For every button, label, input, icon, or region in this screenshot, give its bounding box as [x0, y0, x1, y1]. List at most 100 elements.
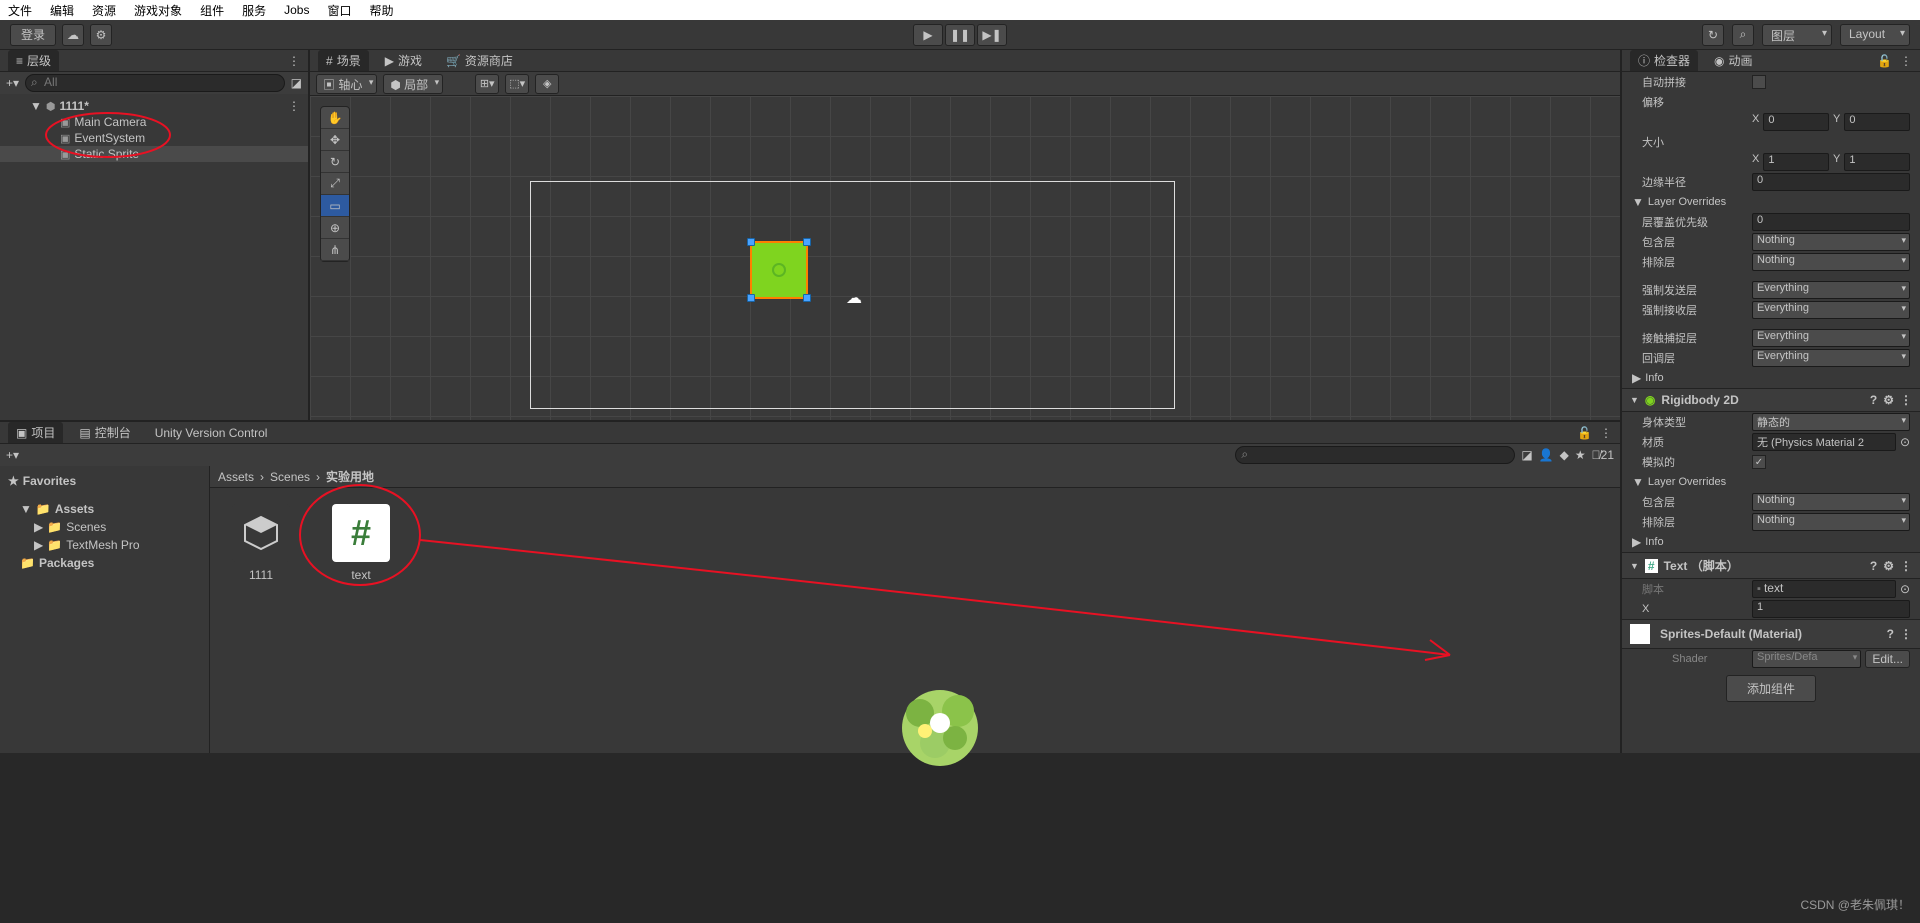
offset-x-input[interactable]: 0: [1763, 113, 1829, 131]
include-layer-select[interactable]: Nothing: [1752, 233, 1910, 251]
snap-increment-icon[interactable]: ⬚▾: [505, 74, 529, 94]
project-search[interactable]: [1235, 446, 1515, 464]
layer-priority-input[interactable]: 0: [1752, 213, 1910, 231]
hierarchy-item-static-sprite[interactable]: ▣Static Sprite: [0, 146, 308, 162]
filter-icon[interactable]: ◪: [291, 76, 302, 90]
settings-icon[interactable]: ⚙: [90, 24, 112, 46]
tab-animation[interactable]: ◉动画: [1706, 50, 1761, 71]
menu-icon[interactable]: ⋮: [1900, 393, 1912, 407]
force-send-select[interactable]: Everything: [1752, 281, 1910, 299]
inspector-menu-icon[interactable]: ⋮: [1900, 54, 1912, 68]
tab-uvc[interactable]: Unity Version Control: [147, 424, 276, 442]
hierarchy-item-eventsystem[interactable]: ▣EventSystem: [0, 130, 308, 146]
rb-layer-overrides[interactable]: Layer Overrides: [1644, 476, 1764, 488]
lock-icon[interactable]: 🔓: [1577, 426, 1592, 440]
create-dropdown[interactable]: +▾: [6, 76, 19, 90]
edge-radius-input[interactable]: 0: [1752, 173, 1910, 191]
add-component-button[interactable]: 添加组件: [1726, 675, 1816, 702]
text-script-header[interactable]: ▼#Text （脚本）?⚙⋮: [1622, 552, 1920, 579]
transform-tool[interactable]: ⊕: [321, 217, 349, 239]
panel-menu-icon[interactable]: ⋮: [288, 54, 300, 68]
step-button[interactable]: ▶❚: [977, 24, 1007, 46]
preset-icon[interactable]: ⚙: [1883, 393, 1894, 407]
play-button[interactable]: ▶: [913, 24, 943, 46]
custom-tool[interactable]: ⋔: [321, 239, 349, 261]
asset-script[interactable]: # text: [326, 504, 396, 582]
object-picker-icon[interactable]: ⊙: [1900, 435, 1910, 449]
handle-tr[interactable]: [803, 238, 811, 246]
menu-services[interactable]: 服务: [242, 2, 266, 19]
login-button[interactable]: 登录: [10, 24, 56, 46]
undo-history-icon[interactable]: ↻: [1702, 24, 1724, 46]
pivot-dropdown[interactable]: ▣ 轴心: [316, 74, 377, 94]
menu-icon[interactable]: ⋮: [1900, 559, 1912, 573]
tab-hierarchy[interactable]: ≡层级: [8, 50, 59, 71]
offset-y-input[interactable]: 0: [1844, 113, 1910, 131]
lock-icon[interactable]: 🔓: [1877, 54, 1892, 68]
sprites-default-header[interactable]: Sprites-Default (Material)?⋮: [1622, 619, 1920, 649]
contact-capture-select[interactable]: Everything: [1752, 329, 1910, 347]
tab-project[interactable]: ▣项目: [8, 422, 63, 443]
tab-asset-store[interactable]: 🛒资源商店: [438, 50, 521, 71]
rb-include-select[interactable]: Nothing: [1752, 493, 1910, 511]
handle-tl[interactable]: [747, 238, 755, 246]
hierarchy-search[interactable]: All: [25, 74, 285, 92]
preset-icon[interactable]: ⚙: [1883, 559, 1894, 573]
callback-select[interactable]: Everything: [1752, 349, 1910, 367]
shader-select[interactable]: Sprites/Defa: [1752, 650, 1861, 668]
tab-inspector[interactable]: ⓘ检查器: [1630, 50, 1698, 71]
snap-icon[interactable]: ◈: [535, 74, 559, 94]
menu-edit[interactable]: 编辑: [50, 2, 74, 19]
assets-grid[interactable]: 1111 # text: [210, 488, 1620, 753]
layer-overrides-label[interactable]: Layer Overrides: [1644, 196, 1764, 208]
selected-sprite[interactable]: [750, 241, 808, 299]
simulated-checkbox[interactable]: ✓: [1752, 455, 1766, 469]
layout-dropdown[interactable]: Layout: [1840, 24, 1910, 46]
pause-button[interactable]: ❚❚: [945, 24, 975, 46]
help-icon[interactable]: ?: [1870, 559, 1877, 573]
body-type-select[interactable]: 静态的: [1752, 413, 1910, 431]
menu-icon[interactable]: ⋮: [1900, 627, 1912, 641]
filter-icon[interactable]: ◪: [1521, 448, 1532, 462]
grid-snap-icon[interactable]: ⊞▾: [475, 74, 499, 94]
breadcrumb-scenes[interactable]: Scenes: [270, 470, 310, 484]
handle-bl[interactable]: [747, 294, 755, 302]
x-input[interactable]: 1: [1752, 600, 1910, 618]
size-x-input[interactable]: 1: [1763, 153, 1829, 171]
folder-assets[interactable]: ▼📁Assets: [0, 500, 209, 518]
favorites-section[interactable]: ★Favorites: [0, 472, 209, 490]
hierarchy-item-camera[interactable]: ▣Main Camera: [0, 114, 308, 130]
local-dropdown[interactable]: ⬢ 局部: [383, 74, 443, 94]
tab-scene[interactable]: #场景: [318, 50, 369, 71]
move-tool[interactable]: ✥: [321, 129, 349, 151]
menu-help[interactable]: 帮助: [369, 2, 393, 19]
help-icon[interactable]: ?: [1870, 393, 1877, 407]
project-menu-icon[interactable]: ⋮: [1600, 426, 1612, 440]
menu-gameobject[interactable]: 游戏对象: [134, 2, 182, 19]
material-field[interactable]: 无 (Physics Material 2: [1752, 433, 1896, 451]
auto-tile-checkbox[interactable]: [1752, 75, 1766, 89]
menu-window[interactable]: 窗口: [327, 2, 351, 19]
scene-row[interactable]: ▼⬢1111*⋮: [0, 98, 308, 114]
rect-tool[interactable]: ▭: [321, 195, 349, 217]
menu-component[interactable]: 组件: [200, 2, 224, 19]
menu-jobs[interactable]: Jobs: [284, 3, 309, 17]
force-recv-select[interactable]: Everything: [1752, 301, 1910, 319]
exclude-layer-select[interactable]: Nothing: [1752, 253, 1910, 271]
tab-console[interactable]: ▤控制台: [71, 422, 138, 443]
layers-dropdown[interactable]: 图层: [1762, 24, 1832, 46]
search-global-icon[interactable]: ⌕: [1732, 24, 1754, 46]
menu-file[interactable]: 文件: [8, 2, 32, 19]
handle-br[interactable]: [803, 294, 811, 302]
type-filter-icon[interactable]: 👤: [1539, 448, 1554, 462]
label-filter-icon[interactable]: ◆: [1560, 448, 1569, 462]
rotate-tool[interactable]: ↻: [321, 151, 349, 173]
asset-scene[interactable]: 1111: [226, 504, 296, 582]
info-foldout[interactable]: Info: [1641, 372, 1761, 384]
size-y-input[interactable]: 1: [1844, 153, 1910, 171]
create-dropdown[interactable]: +▾: [6, 448, 19, 462]
cloud-icon[interactable]: ☁: [62, 24, 84, 46]
scale-tool[interactable]: ⤢: [321, 173, 349, 195]
help-icon[interactable]: ?: [1887, 627, 1894, 641]
breadcrumb-current[interactable]: 实验用地: [326, 468, 374, 485]
